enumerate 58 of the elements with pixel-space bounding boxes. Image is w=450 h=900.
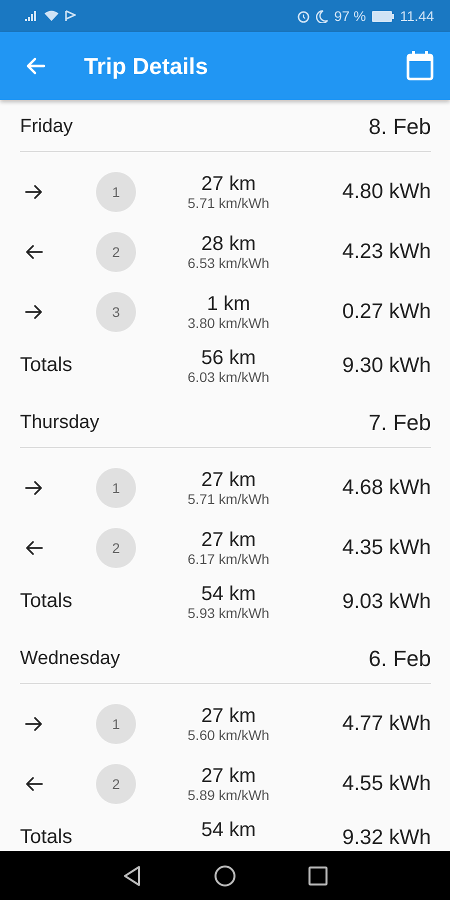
total-distance: 56 km: [201, 346, 256, 368]
trip-energy: 4.77 kWh: [341, 712, 431, 736]
day-name: Friday: [20, 116, 73, 138]
trip-number: 2: [96, 232, 136, 272]
totals-label: Totals: [20, 826, 74, 849]
trip-energy: 4.80 kWh: [341, 180, 431, 204]
total-efficiency: 6.03 km/kWh: [188, 368, 270, 384]
signal-icon: [24, 10, 38, 22]
calendar-button[interactable]: [404, 49, 436, 83]
flag-icon: [65, 10, 76, 22]
trip-efficiency: 3.80 km/kWh: [188, 315, 270, 331]
day-date: 8. Feb: [368, 114, 431, 140]
home-nav-icon[interactable]: [214, 864, 236, 886]
day-date: 6. Feb: [368, 646, 431, 672]
trip-number: 3: [96, 292, 136, 332]
totals-label: Totals: [20, 590, 74, 613]
clock-time: 11.44: [400, 8, 434, 24]
trip-distance: 27 km: [201, 765, 256, 787]
trip-efficiency: 5.71 km/kWh: [188, 491, 270, 507]
trip-number: 1: [96, 704, 136, 744]
trip-efficiency: 5.71 km/kWh: [188, 195, 270, 211]
trip-energy: 4.35 kWh: [341, 536, 431, 560]
alarm-icon: [297, 10, 310, 22]
day-date: 7. Feb: [368, 410, 431, 436]
recents-nav-icon[interactable]: [308, 866, 328, 886]
total-distance: 54 km: [201, 582, 256, 604]
trip-energy: 4.55 kWh: [341, 772, 431, 796]
day-name: Thursday: [20, 412, 100, 434]
trip-distance: 27 km: [201, 469, 256, 491]
trip-efficiency: 6.17 km/kWh: [188, 551, 270, 567]
trip-number: 2: [96, 764, 136, 804]
trip-distance: 28 km: [201, 233, 256, 255]
trip-energy: 4.23 kWh: [341, 240, 431, 264]
trip-distance: 27 km: [201, 173, 256, 195]
total-energy: 9.30 kWh: [341, 354, 431, 378]
page-title: Trip Details: [84, 52, 209, 80]
battery-percent: 97 %: [334, 8, 366, 24]
total-efficiency: 5.93 km/kWh: [188, 604, 270, 620]
trip-number: 1: [96, 468, 136, 508]
trip-energy: 0.27 kWh: [341, 300, 431, 324]
trip-number: 2: [96, 528, 136, 568]
trip-distance: 1 km: [206, 293, 250, 315]
totals-label: Totals: [20, 354, 74, 377]
total-energy: 9.03 kWh: [341, 590, 431, 614]
trip-efficiency: 5.89 km/kWh: [188, 787, 270, 803]
total-energy: 9.32 kWh: [341, 826, 431, 850]
wifi-icon: [44, 10, 59, 22]
trip-efficiency: 6.53 km/kWh: [188, 255, 270, 271]
trip-distance: 27 km: [201, 705, 256, 727]
back-nav-icon[interactable]: [122, 864, 142, 886]
battery-icon: [372, 10, 394, 22]
total-distance: 54 km: [201, 818, 256, 840]
trip-efficiency: 5.60 km/kWh: [188, 727, 270, 743]
trip-energy: 4.68 kWh: [341, 476, 431, 500]
trip-number: 1: [96, 172, 136, 212]
trip-distance: 27 km: [201, 529, 256, 551]
moon-icon: [316, 10, 328, 22]
day-name: Wednesday: [20, 648, 120, 670]
